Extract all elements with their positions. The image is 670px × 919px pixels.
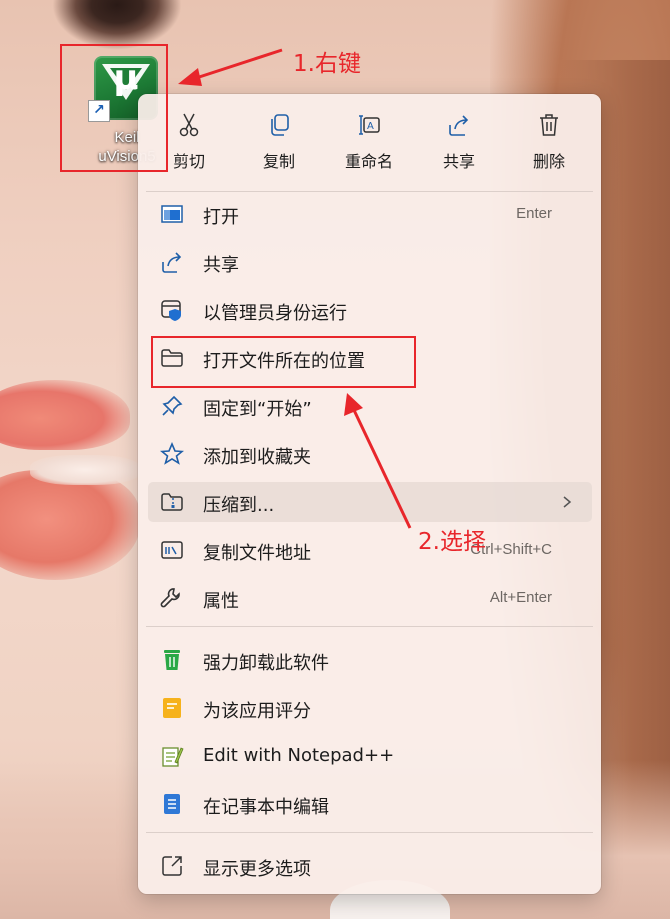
context-menu-toolbar: 剪切 复制 A 重命名 共享 删除 (138, 94, 601, 186)
annotation-step2: 2.选择 (418, 529, 486, 555)
menu-item-label: 为该应用评分 (203, 701, 311, 722)
menu-item-label: 添加到收藏夹 (203, 447, 311, 468)
menu-item-label: 属性 (203, 591, 239, 612)
wallpaper-lip-top (0, 380, 130, 450)
menu-divider (146, 191, 593, 192)
menu-item-pin-to-start[interactable]: 固定到“开始” (148, 386, 592, 426)
copy-icon (271, 114, 289, 136)
menu-item-label: 以管理员身份运行 (203, 303, 347, 324)
menu-item-force-uninstall[interactable]: 强力卸载此软件 (148, 640, 592, 680)
chevron-right-icon (563, 496, 572, 508)
menu-item-accelerator: Enter (516, 205, 552, 222)
delete-label: 删除 (532, 152, 565, 171)
notepad-icon (164, 794, 180, 814)
menu-divider (146, 832, 593, 833)
menu-item-accelerator: Alt+Enter (489, 589, 552, 606)
share-button[interactable]: 共享 (416, 108, 502, 178)
delete-button[interactable]: 删除 (506, 108, 592, 178)
menu-item-share[interactable]: 共享 (148, 242, 592, 282)
copy-button[interactable]: 复制 (236, 108, 322, 178)
rate-note-icon (163, 698, 181, 718)
menu-item-edit-in-notepad[interactable]: 在记事本中编辑 (148, 784, 592, 824)
menu-item-label: 打开 (203, 207, 239, 228)
menu-item-label: 压缩到... (203, 495, 275, 516)
menu-item-add-to-favorites[interactable]: 添加到收藏夹 (148, 434, 592, 474)
scissors-icon (179, 113, 199, 137)
annotation-step1: 1.右键 (293, 51, 361, 77)
menu-item-copy-path[interactable]: 复制文件地址 Ctrl+Shift+C (148, 530, 592, 570)
share-label: 共享 (442, 152, 475, 171)
menu-item-open[interactable]: 打开 Enter (148, 194, 592, 234)
menu-item-run-as-admin[interactable]: 以管理员身份运行 (148, 290, 592, 330)
wallpaper-teeth (30, 455, 140, 485)
external-more-icon (162, 856, 182, 876)
copy-path-icon (161, 541, 183, 559)
notepad-plus-icon (162, 747, 184, 767)
star-icon (160, 442, 184, 465)
rename-button[interactable]: A 重命名 (326, 108, 412, 178)
share-icon (449, 115, 469, 136)
open-window-icon (161, 205, 183, 223)
menu-divider (146, 626, 593, 627)
uninstall-trash-icon (164, 650, 180, 670)
menu-item-label: 固定到“开始” (203, 399, 312, 420)
menu-item-rate-app[interactable]: 为该应用评分 (148, 688, 592, 728)
shield-icon (161, 300, 181, 321)
menu-item-compress-to[interactable]: 压缩到... (148, 482, 592, 522)
zip-folder-icon (161, 493, 183, 511)
rename-label: 重命名 (344, 152, 393, 171)
menu-item-properties[interactable]: 属性 Alt+Enter (148, 578, 592, 618)
menu-item-label: 共享 (203, 255, 239, 276)
wallpaper-lip-bottom (0, 470, 140, 580)
wallpaper-eye (52, 0, 182, 50)
share-icon (162, 252, 182, 273)
wrench-icon (160, 588, 180, 608)
menu-item-label: 复制文件地址 (203, 543, 311, 564)
menu-item-label: Edit with Notepad++ (203, 745, 395, 766)
svg-text:A: A (367, 121, 374, 132)
menu-item-label: 强力卸载此软件 (203, 653, 329, 674)
trash-icon (540, 114, 558, 136)
menu-item-label: 显示更多选项 (203, 859, 311, 880)
menu-item-show-more-options[interactable]: 显示更多选项 (148, 846, 592, 886)
annotation-box-open-location (151, 336, 416, 388)
pin-icon (162, 395, 183, 416)
context-menu: 剪切 复制 A 重命名 共享 删除 打开 Enter 共享 以管理员身份运行 打… (138, 94, 601, 894)
rename-icon: A (359, 115, 380, 135)
annotation-box-icon (60, 44, 168, 172)
copy-label: 复制 (262, 152, 295, 171)
menu-item-label: 在记事本中编辑 (203, 797, 329, 818)
menu-item-edit-with-notepad-plus[interactable]: Edit with Notepad++ (148, 736, 592, 776)
